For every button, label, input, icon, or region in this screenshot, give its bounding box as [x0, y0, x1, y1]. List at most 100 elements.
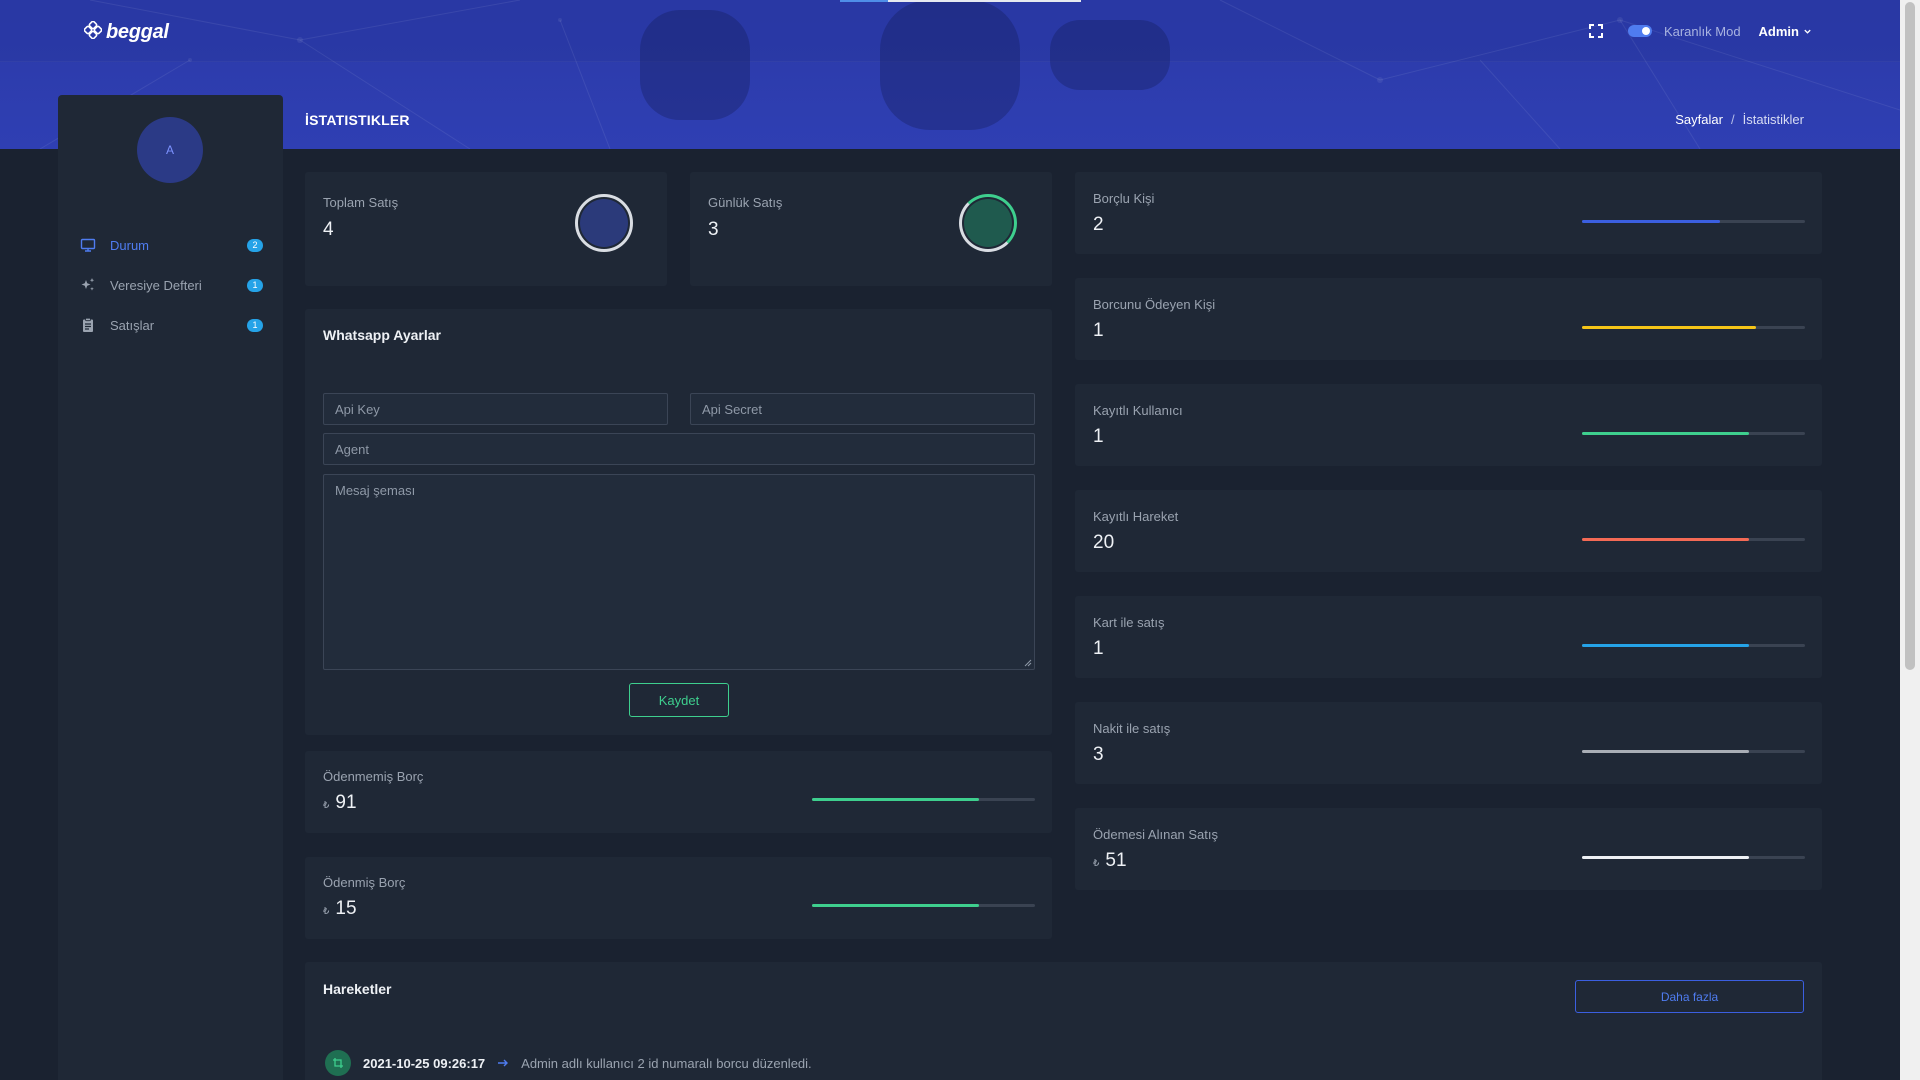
progress-bar-fill [1582, 326, 1756, 329]
stat-card: Kayıtlı Kullanıcı 1 [1075, 384, 1822, 466]
stat-card: Ödemesi Alınan Satış ₺ 51 [1075, 808, 1822, 890]
stat-value: 1 [1093, 638, 1165, 660]
stat-value: ₺ 15 [323, 898, 405, 920]
stat-value: 3 [1093, 744, 1170, 766]
brand-logo[interactable]: beggal [83, 20, 169, 44]
dark-mode-label: Karanlık Mod [1663, 23, 1741, 39]
amount: 1 [1093, 320, 1104, 341]
sidebar-item-label: Satışlar [110, 317, 155, 333]
stat-label: Ödenmemiş Borç [323, 769, 424, 784]
count-badge: 2 [247, 238, 263, 252]
stat-label: Borcunu Ödeyen Kişi [1093, 297, 1216, 312]
breadcrumb-item-pages[interactable]: Sayfalar [1675, 112, 1723, 127]
stat-card: Kart ile satış 1 [1075, 596, 1822, 678]
list-item: 2021-10-25 09:26:17 Admin adlı kullanıcı… [325, 1050, 812, 1076]
card-title: Whatsapp Ayarlar [323, 327, 441, 343]
currency-symbol: ₺ [323, 906, 330, 917]
progress-ring [959, 194, 1017, 252]
clipboard-icon [80, 317, 96, 333]
progress-bar [1582, 750, 1805, 753]
stat-card-daily-sales: Günlük Satış 3 [690, 172, 1052, 286]
more-button[interactable]: Daha fazla [1575, 980, 1804, 1013]
count-badge: 1 [247, 278, 263, 292]
stat-card: Borçlu Kişi 2 [1075, 172, 1822, 254]
progress-bar [1582, 856, 1805, 859]
stat-value: 20 [1093, 532, 1178, 554]
progress-bar [812, 798, 1035, 801]
header-band: beggal Karanlık Mod Admin İSTATISTIKLER … [0, 0, 1900, 149]
stat-label: Ödenmiş Borç [323, 875, 406, 890]
count-badge: 1 [247, 318, 263, 332]
chevron-down-icon [1803, 24, 1812, 39]
stat-value: 3 [708, 219, 719, 240]
stat-label: Kayıtlı Kullanıcı [1093, 403, 1183, 418]
textarea-placeholder: Mesaj şeması [335, 483, 416, 498]
currency-symbol: ₺ [323, 800, 330, 811]
progress-bar [812, 904, 1035, 907]
amount: 51 [1105, 850, 1127, 871]
scrollbar-thumb[interactable] [1905, 2, 1915, 670]
stat-card: Kayıtlı Hareket 20 [1075, 490, 1822, 572]
movement-text: Admin adlı kullanıcı 2 id numaralı borcu… [521, 1055, 812, 1071]
breadcrumb: Sayfalar / İstatistikler [1675, 112, 1804, 127]
progress-bar-fill [1582, 856, 1750, 859]
sidebar-item-veresiye-defteri[interactable]: Veresiye Defteri 1 [58, 265, 283, 305]
api-key-input[interactable]: Api Key [323, 393, 668, 425]
movement-time: 2021-10-25 09:26:17 [363, 1055, 486, 1071]
stat-value: 1 [1093, 320, 1215, 342]
avatar[interactable]: A [137, 117, 203, 183]
top-tab-indicator [840, 0, 888, 2]
resize-handle-icon[interactable] [1024, 659, 1032, 667]
progress-bar-fill [1582, 220, 1721, 223]
logo-icon [83, 20, 103, 44]
fullscreen-icon[interactable] [1588, 23, 1604, 39]
sidebar-item-satislar[interactable]: Satışlar 1 [58, 305, 283, 345]
amount: 3 [1093, 744, 1104, 765]
stat-value: 2 [1093, 214, 1154, 236]
progress-ring [575, 194, 633, 252]
amount: 20 [1093, 532, 1115, 553]
movements-card: Hareketler Daha fazla 2021-10-25 09:26:1… [305, 962, 1822, 1080]
arrow-right-icon [497, 1056, 509, 1071]
stat-label: Nakit ile satış [1093, 721, 1171, 736]
navbar-actions: Karanlık Mod Admin [1588, 18, 1812, 44]
dark-mode-toggle[interactable] [1627, 25, 1652, 37]
stat-card: Borcunu Ödeyen Kişi 1 [1075, 278, 1822, 360]
agent-input[interactable]: Agent [323, 433, 1035, 465]
stat-label: Borçlu Kişi [1093, 191, 1155, 206]
progress-bar-fill [812, 904, 980, 907]
stat-label: Ödemesi Alınan Satış [1093, 827, 1219, 842]
breadcrumb-item-current: İstatistikler [1742, 112, 1804, 127]
sidebar-item-label: Veresiye Defteri [110, 277, 202, 293]
amount: 91 [335, 792, 357, 813]
progress-bar [1582, 326, 1805, 329]
save-button[interactable]: Kaydet [629, 683, 729, 717]
progress-bar [1582, 538, 1805, 541]
page-scrollbar[interactable] [1900, 0, 1920, 1080]
message-template-textarea[interactable]: Mesaj şeması [323, 474, 1035, 670]
progress-bar [1582, 432, 1805, 435]
monitor-icon [80, 237, 96, 253]
progress-bar [1582, 220, 1805, 223]
user-menu[interactable]: Admin [1759, 24, 1812, 39]
debt-card-paid: Ödenmiş Borç ₺ 15 [305, 857, 1052, 939]
stat-value: 4 [323, 219, 334, 240]
amount: 1 [1093, 426, 1104, 447]
progress-bar-fill [1582, 432, 1750, 435]
stat-card-total-sales: Toplam Satış 4 [305, 172, 667, 286]
sidebar: A Durum 2 Veresiye Defteri 1 Satışlar 1 [58, 95, 283, 1080]
edit-activity-icon [325, 1050, 351, 1076]
api-secret-input[interactable]: Api Secret [690, 393, 1035, 425]
progress-bar-fill [812, 798, 980, 801]
stat-label: Kayıtlı Hareket [1093, 509, 1179, 524]
stat-label: Günlük Satış [708, 195, 783, 210]
amount: 2 [1093, 214, 1104, 235]
stat-card: Nakit ile satış 3 [1075, 702, 1822, 784]
page-title: İSTATISTIKLER [305, 112, 410, 128]
card-title: Hareketler [323, 981, 392, 997]
stat-value: ₺ 51 [1093, 850, 1218, 872]
stat-label: Kart ile satış [1093, 615, 1165, 630]
progress-bar-fill [1582, 750, 1750, 753]
stat-label: Toplam Satış [323, 195, 399, 210]
sidebar-item-durum[interactable]: Durum 2 [58, 225, 283, 265]
